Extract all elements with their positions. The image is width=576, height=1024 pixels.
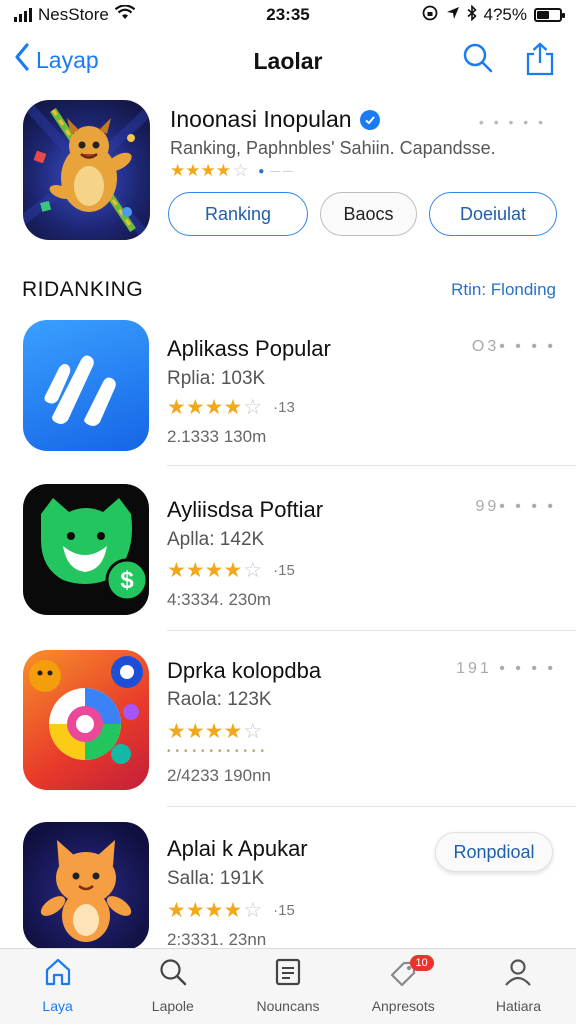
document-icon — [273, 957, 303, 992]
tab-label: Hatiara — [495, 998, 541, 1014]
featured-star-rating: ★★★★ ☆ ● — — — [170, 161, 294, 180]
battery-percent: 4?5% — [483, 5, 527, 24]
app-name: Ayliisdsa Poftiar — [167, 497, 324, 522]
app-rating: Rplia: 103K — [167, 368, 266, 389]
review-count: ·15 — [273, 562, 295, 579]
tab-updates[interactable]: 10 Anpresots — [346, 949, 461, 1024]
app-list-item[interactable]: $ Ayliisdsa Poftiar 99• • • • Aplla: 142… — [0, 484, 576, 631]
person-icon — [503, 957, 533, 992]
location-icon — [446, 5, 460, 25]
ranking-button[interactable]: Ranking — [168, 192, 308, 236]
clock: 23:35 — [266, 5, 310, 24]
app-rating: Salla: 191K — [167, 868, 265, 889]
star-rating: ★★★★ ☆ — [167, 720, 263, 743]
tab-label: Anpresots — [371, 998, 435, 1014]
app-meta: 2.1333 130m — [167, 427, 267, 446]
tab-home[interactable]: Laya — [0, 949, 115, 1024]
app-rating: Aplla: 142K — [167, 529, 265, 550]
app-list-item[interactable]: Aplai k Apukar Ronpdioal Salla: 191K ★★★… — [0, 822, 576, 952]
star-rating: ★★★★ ☆ ·15 — [167, 899, 295, 922]
app-name: Aplai k Apukar — [167, 836, 308, 861]
review-count: ·15 — [273, 902, 295, 919]
navigation-bar: Layap Laolar — [0, 36, 576, 86]
colorful-map-icon[interactable] — [23, 650, 149, 790]
section-title: RIDANKING — [22, 278, 144, 301]
tab-profile[interactable]: Hatiara — [461, 949, 576, 1024]
app-name: Dprka kolopdba — [167, 658, 322, 683]
app-meta: 2:3331. 23nn — [167, 930, 267, 949]
review-count: ·13 — [273, 399, 295, 416]
decorative-dots: •••••••••••• — [167, 746, 270, 757]
featured-app[interactable]: Inoonasi Inopulan • • • • • Ranking, Pap… — [0, 100, 576, 250]
tab-label: Lapole — [151, 998, 194, 1014]
tab-label: Laya — [42, 998, 73, 1014]
app-name: Aplikass Popular — [167, 336, 331, 361]
app-rating: Raola: 123K — [167, 689, 272, 710]
more-dots-icon[interactable]: • • • • • — [479, 114, 546, 130]
star-rating: ★★★★ ☆ ·13 — [167, 396, 295, 419]
svg-text:$: $ — [120, 567, 134, 594]
section-link[interactable]: Rtin: Flonding — [451, 280, 556, 300]
search-icon — [158, 957, 188, 992]
download-button[interactable]: Doeiulat — [429, 192, 557, 236]
search-icon[interactable] — [462, 42, 494, 81]
bluetooth-icon — [466, 4, 477, 26]
tab-documents[interactable]: Nouncans — [230, 949, 345, 1024]
tab-bar: Laya Lapole Nouncans 10 Anpresots Hatiar… — [0, 948, 576, 1024]
home-icon — [43, 957, 73, 992]
app-list-item[interactable]: Aplikass Popular O3• • • • Rplia: 103K ★… — [0, 320, 576, 466]
blue-app-icon[interactable] — [23, 320, 149, 451]
status-bar: NesStore 23:35 4?5% — [0, 0, 576, 30]
get-button[interactable]: Ronpdioal — [435, 832, 553, 872]
section-header: RIDANKING Rtin: Flonding — [22, 278, 556, 302]
app-list-item[interactable]: Dprka kolopdba 191 • • • • Raola: 123K ★… — [0, 648, 576, 807]
divider — [167, 806, 576, 807]
divider — [167, 630, 576, 631]
app-meta: 4:3334. 230m — [167, 590, 271, 609]
featured-app-title: Inoonasi Inopulan — [170, 106, 380, 133]
tab-label: Nouncans — [256, 998, 320, 1014]
divider — [167, 465, 576, 466]
carrier-label: NesStore — [38, 5, 109, 24]
screen-lock-icon — [421, 5, 439, 26]
featured-title-text: Inoonasi Inopulan — [170, 106, 352, 132]
battery-icon — [534, 8, 565, 22]
more-dots-icon[interactable]: O3• • • • — [472, 338, 556, 356]
basics-button[interactable]: Baocs — [320, 192, 417, 236]
notification-badge: 10 — [409, 955, 434, 971]
fox-app-icon[interactable] — [23, 822, 149, 950]
more-dots-icon[interactable]: 191 • • • • — [456, 660, 556, 678]
app-meta: 2/4233 190nn — [167, 766, 271, 785]
verified-badge-icon — [359, 109, 380, 130]
star-rating: ★★★★ ☆ ·15 — [167, 559, 295, 582]
featured-app-subtitle: Ranking, Paphnbles' Sahiin. Capandsse. — [170, 138, 496, 158]
more-dots-icon[interactable]: 99• • • • — [475, 498, 556, 516]
featured-app-icon[interactable] — [23, 100, 150, 240]
signal-icon — [14, 8, 32, 22]
share-icon[interactable] — [524, 42, 556, 81]
green-cat-icon[interactable]: $ — [23, 484, 149, 615]
wifi-icon — [114, 4, 136, 25]
tab-search[interactable]: Lapole — [115, 949, 230, 1024]
